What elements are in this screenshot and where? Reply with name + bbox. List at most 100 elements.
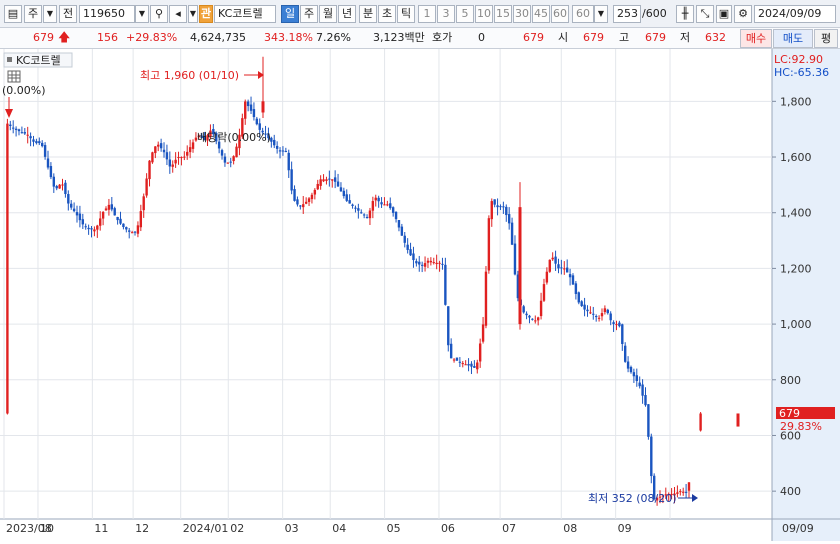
- candle-body: [145, 178, 148, 196]
- candle-body: [180, 157, 183, 159]
- candle-body: [403, 235, 406, 243]
- candle-body: [470, 363, 473, 367]
- candle-body: [232, 156, 235, 162]
- candle-body: [429, 260, 433, 263]
- candle-body: [507, 214, 511, 224]
- interval-5[interactable]: 5: [456, 5, 474, 23]
- candle-body: [502, 206, 505, 208]
- chart-canvas[interactable]: 4006008001,0001,2001,4001,6001,8002023/0…: [0, 49, 840, 541]
- interval-30[interactable]: 30: [513, 5, 531, 23]
- candle-body: [99, 218, 102, 226]
- price-chart[interactable]: 400 600 800 1,000 1,200 1,400 1,600 1,800 2023/0…: [0, 49, 840, 541]
- candle-body: [244, 101, 247, 119]
- search-icon[interactable]: ⚲: [150, 5, 168, 23]
- buy-button[interactable]: 매수: [740, 29, 772, 48]
- candle-body: [560, 267, 563, 269]
- y-tick-label: 1,000: [780, 318, 812, 331]
- interval-3[interactable]: 3: [437, 5, 455, 23]
- layout-icon[interactable]: ▤: [4, 5, 22, 23]
- count-input[interactable]: 253: [613, 5, 641, 23]
- code-input[interactable]: 119650: [79, 5, 135, 23]
- candle-body: [478, 343, 482, 362]
- series-label: (0.00%): [2, 84, 46, 97]
- period-minute[interactable]: 분: [359, 5, 377, 23]
- candle-body: [676, 492, 679, 494]
- candle-body: [687, 482, 691, 491]
- candle-body: [510, 222, 514, 245]
- volume: 4,624,735: [190, 31, 246, 44]
- candle-body: [90, 228, 93, 230]
- period-second[interactable]: 초: [378, 5, 396, 23]
- candle-body: [275, 145, 279, 149]
- low-annotation: 최저 352 (08/20): [588, 492, 677, 505]
- candle-body: [325, 179, 328, 181]
- volume-ratio: 343.18%: [264, 31, 313, 44]
- candle-body: [377, 197, 380, 202]
- period-week[interactable]: 주: [300, 5, 318, 23]
- candle-body: [641, 384, 644, 396]
- sell-button[interactable]: 매도: [773, 29, 813, 48]
- candle-body: [365, 216, 369, 218]
- speaker-dropdown-icon[interactable]: ▼: [188, 5, 198, 23]
- save-icon[interactable]: ▣: [716, 5, 732, 23]
- candle-body: [293, 189, 296, 201]
- candle-body: [6, 123, 9, 414]
- candle-body: [104, 208, 108, 211]
- candle-body: [319, 179, 322, 186]
- candle-body: [435, 262, 438, 265]
- interval-60[interactable]: 60: [551, 5, 569, 23]
- code-dropdown-icon[interactable]: ▼: [135, 5, 149, 23]
- candle-body: [487, 218, 491, 271]
- candle-body: [644, 395, 647, 406]
- candle-body: [223, 156, 227, 163]
- candle-body: [467, 364, 470, 366]
- period-tick[interactable]: 틱: [397, 5, 415, 23]
- period-year[interactable]: 년: [338, 5, 356, 23]
- candle-body: [58, 184, 61, 189]
- interval-10[interactable]: 10: [475, 5, 493, 23]
- market-dropdown-icon[interactable]: ▼: [43, 5, 57, 23]
- candle-body: [310, 194, 314, 200]
- candle-body: [383, 204, 386, 206]
- prev-button[interactable]: 전: [59, 5, 77, 23]
- candle-body: [574, 283, 578, 294]
- period-day[interactable]: 일: [281, 5, 299, 23]
- current-price: 679: [33, 31, 54, 44]
- candle-body: [609, 313, 612, 321]
- period-month[interactable]: 월: [319, 5, 337, 23]
- candle-body: [354, 207, 357, 209]
- candle-body: [565, 267, 569, 273]
- interval-dropdown-icon[interactable]: ▼: [594, 5, 608, 23]
- candle-body: [380, 202, 383, 205]
- candle-body: [113, 208, 116, 216]
- candle-body: [461, 363, 464, 365]
- candle-type-icon[interactable]: ╫: [676, 5, 694, 23]
- candle-body: [481, 324, 485, 342]
- candle-body: [290, 169, 293, 191]
- draw-tool-icon[interactable]: ⤡: [696, 5, 714, 23]
- interval-15[interactable]: 15: [494, 5, 512, 23]
- speaker-icon[interactable]: ◂: [169, 5, 187, 23]
- up-arrow-icon: 🡅: [58, 30, 71, 44]
- candle-body: [473, 366, 476, 368]
- candle-body: [368, 210, 372, 219]
- candle-body: [23, 132, 27, 134]
- count-total: /600: [642, 7, 667, 20]
- custom-interval[interactable]: 60: [572, 5, 594, 23]
- candle-body: [406, 244, 409, 250]
- candle-body: [67, 194, 70, 204]
- candle-body: [87, 227, 90, 230]
- interval-1[interactable]: 1: [418, 5, 436, 23]
- candle-body: [444, 264, 447, 305]
- ask-price: 679: [523, 31, 544, 44]
- date-input[interactable]: 2024/09/09: [754, 5, 836, 23]
- candle-body: [328, 178, 331, 180]
- toolbar: ▤ 주 ▼ 전 119650 ▼ ⚲ ◂ ▼ 관 KC코트렐 일 주 월 년 분…: [0, 0, 840, 28]
- market-select[interactable]: 주: [24, 5, 42, 23]
- table-toggle-icon[interactable]: [7, 70, 21, 83]
- gear-icon[interactable]: ⚙: [734, 5, 752, 23]
- interval-45[interactable]: 45: [532, 5, 550, 23]
- candle-body: [351, 204, 354, 206]
- candle-body: [629, 366, 633, 373]
- balance-button[interactable]: 평: [814, 29, 838, 48]
